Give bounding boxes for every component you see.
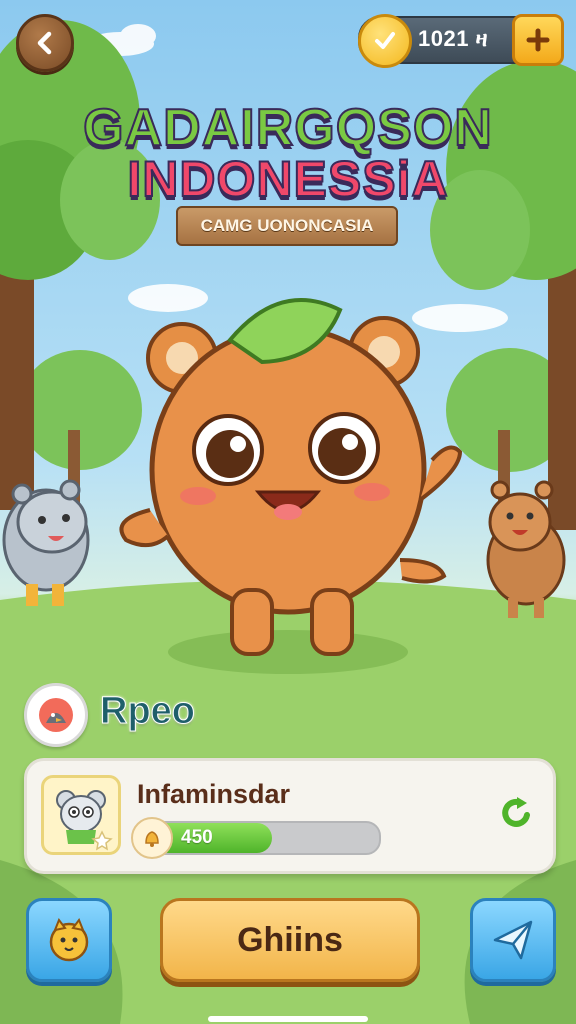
back-button[interactable] [16, 14, 74, 72]
card-title: Infaminsdar [137, 779, 291, 809]
grey-critter [2, 479, 90, 606]
game-title-line1: GADAIRGQSON [82, 98, 493, 158]
main-action-label: Ghiins [237, 920, 343, 959]
coin-count: 1021 ዛ [418, 26, 489, 51]
card-thumbnail [41, 775, 121, 855]
home-indicator [208, 1016, 368, 1022]
refresh-button[interactable] [495, 791, 539, 835]
plus-icon [526, 28, 550, 52]
main-action-button[interactable]: Ghiins [160, 898, 420, 982]
quest-card[interactable]: Infaminsdar 450 [24, 758, 556, 874]
check-coin-icon [358, 14, 412, 68]
player-name: Rpeo [100, 690, 196, 733]
send-button[interactable] [470, 898, 556, 982]
send-icon [493, 920, 533, 960]
bell-icon [131, 817, 173, 859]
koala-pet-icon [56, 790, 113, 851]
refresh-icon [502, 797, 530, 827]
subtitle-ribbon: CAMG UONONCASIA [176, 206, 398, 246]
subtitle-text: CAMG UONONCASIA [200, 216, 374, 235]
player-avatar[interactable] [24, 683, 88, 747]
game-title-line2: INDONESSiA [126, 150, 449, 208]
progress-value: 450 [181, 827, 213, 848]
pet-icon [49, 917, 89, 962]
bird-avatar-icon [39, 698, 73, 732]
coin-balance: 1021 ዛ [358, 14, 564, 68]
add-coins-button[interactable] [512, 14, 564, 66]
pet-button[interactable] [26, 898, 112, 982]
progress-bar: 450 [139, 821, 381, 855]
chevron-left-icon [37, 31, 52, 55]
